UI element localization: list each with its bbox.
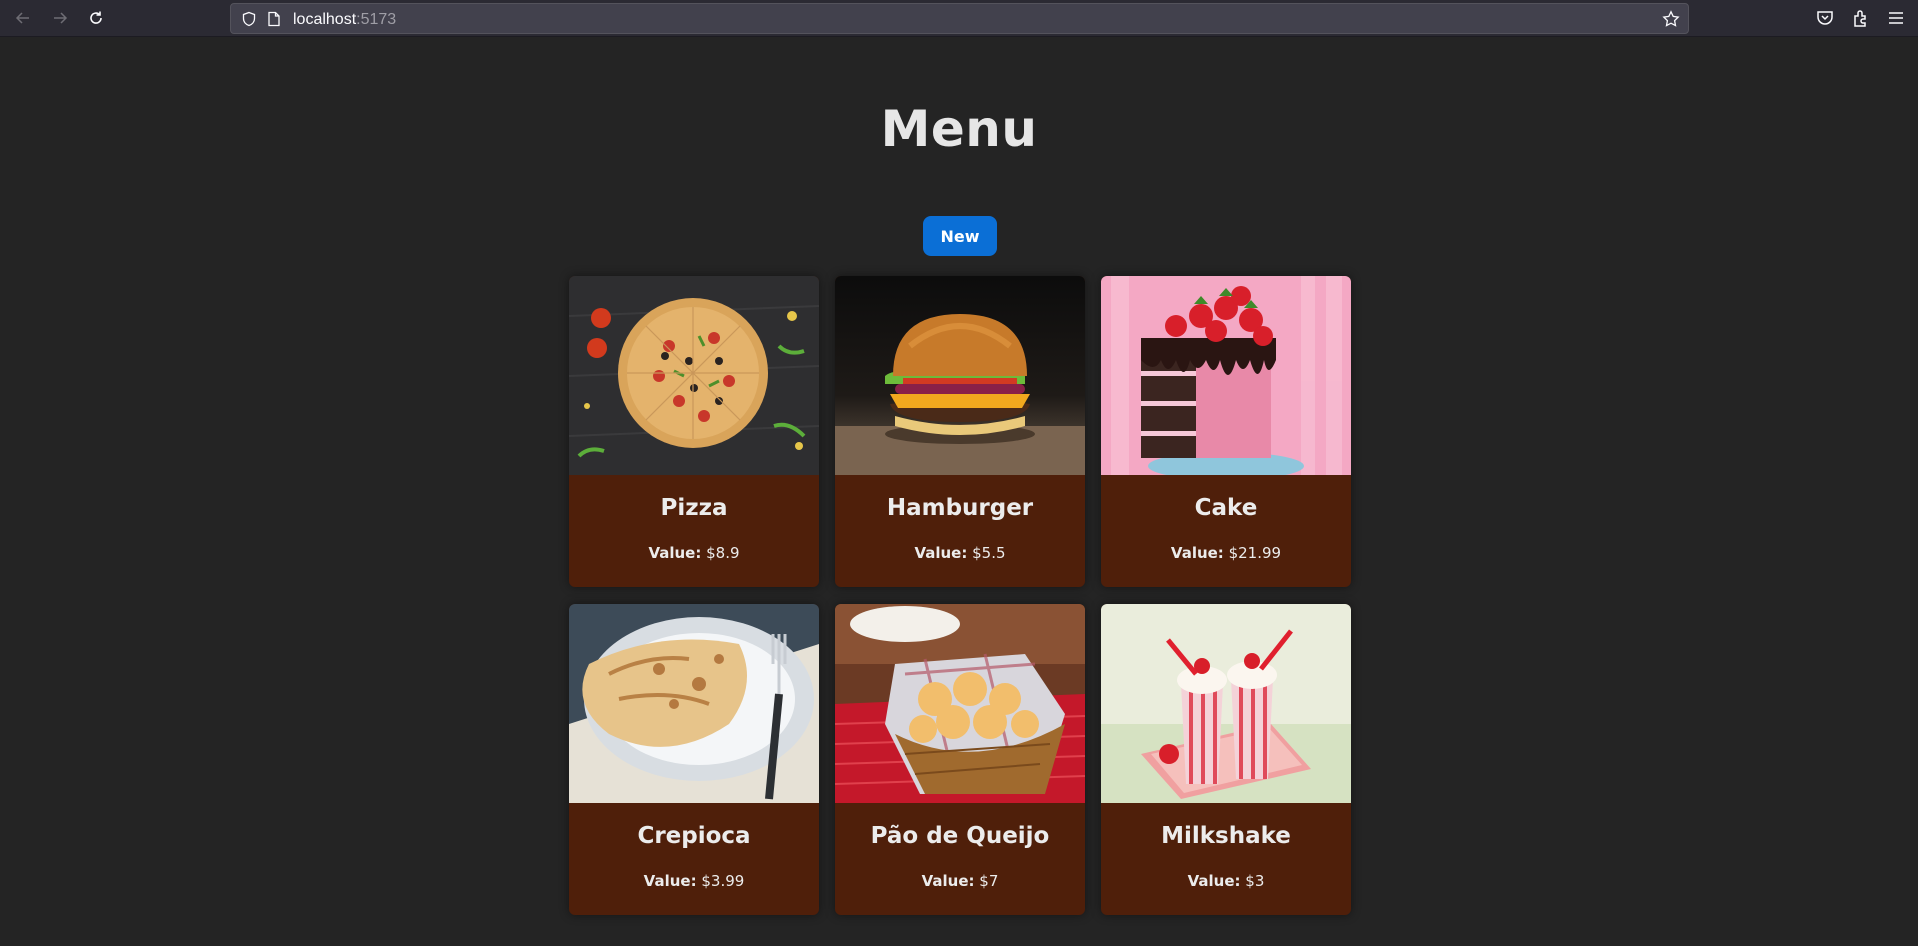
menu-card-pizza[interactable]: Pizza Value: $8.9 <box>569 276 819 587</box>
menu-card-milkshake[interactable]: Milkshake Value: $3 <box>1101 604 1351 915</box>
item-price: $3 <box>1245 872 1265 890</box>
item-value: Value: $3.99 <box>569 872 819 890</box>
new-item-button[interactable]: New <box>923 216 997 256</box>
value-label: Value: <box>643 872 697 890</box>
hamburger-image <box>835 276 1085 475</box>
menu-grid: Pizza Value: $8.9 Hamburger Value: $5.5 <box>569 276 1351 915</box>
url-host: localhost <box>293 11 357 28</box>
page-title: Menu <box>880 100 1038 158</box>
extensions-icon[interactable] <box>1851 8 1871 28</box>
value-label: Value: <box>921 872 975 890</box>
milkshake-image <box>1101 604 1351 803</box>
browser-toolbar: localhost:5173 <box>0 0 1918 37</box>
star-icon[interactable] <box>1662 10 1680 28</box>
item-name: Hamburger <box>886 495 1034 521</box>
menu-card-cake[interactable]: Cake Value: $21.99 <box>1101 276 1351 587</box>
item-price: $3.99 <box>701 872 745 890</box>
item-price: $5.5 <box>972 544 1006 562</box>
item-name: Milkshake <box>1161 823 1291 849</box>
item-price: $8.9 <box>706 544 740 562</box>
item-value: Value: $7 <box>835 872 1085 890</box>
value-label: Value: <box>914 544 968 562</box>
crepioca-image <box>569 604 819 803</box>
reload-icon[interactable] <box>84 6 108 30</box>
menu-icon[interactable] <box>1886 8 1906 28</box>
item-value: Value: $8.9 <box>569 544 819 562</box>
value-label: Value: <box>1170 544 1224 562</box>
url-text[interactable]: localhost:5173 <box>293 11 396 29</box>
back-icon[interactable] <box>11 6 35 30</box>
forward-icon[interactable] <box>48 6 72 30</box>
item-price: $7 <box>979 872 999 890</box>
address-bar[interactable]: localhost:5173 <box>230 3 1689 34</box>
menu-card-crepioca[interactable]: Crepioca Value: $3.99 <box>569 604 819 915</box>
shield-icon[interactable] <box>241 11 257 27</box>
pocket-icon[interactable] <box>1815 8 1835 28</box>
page-icon <box>268 11 280 27</box>
item-name: Cake <box>1194 495 1258 521</box>
item-value: Value: $5.5 <box>835 544 1085 562</box>
value-label: Value: <box>1187 872 1241 890</box>
item-name: Pão de Queijo <box>870 823 1050 849</box>
pao-de-queijo-image <box>835 604 1085 803</box>
cake-image <box>1101 276 1351 475</box>
item-value: Value: $3 <box>1101 872 1351 890</box>
url-port: :5173 <box>356 11 397 28</box>
item-value: Value: $21.99 <box>1101 544 1351 562</box>
pizza-image <box>569 276 819 475</box>
item-name: Crepioca <box>637 823 751 849</box>
value-label: Value: <box>648 544 702 562</box>
item-name: Pizza <box>660 495 728 521</box>
item-price: $21.99 <box>1228 544 1282 562</box>
menu-card-hamburger[interactable]: Hamburger Value: $5.5 <box>835 276 1085 587</box>
menu-card-pao-de-queijo[interactable]: Pão de Queijo Value: $7 <box>835 604 1085 915</box>
